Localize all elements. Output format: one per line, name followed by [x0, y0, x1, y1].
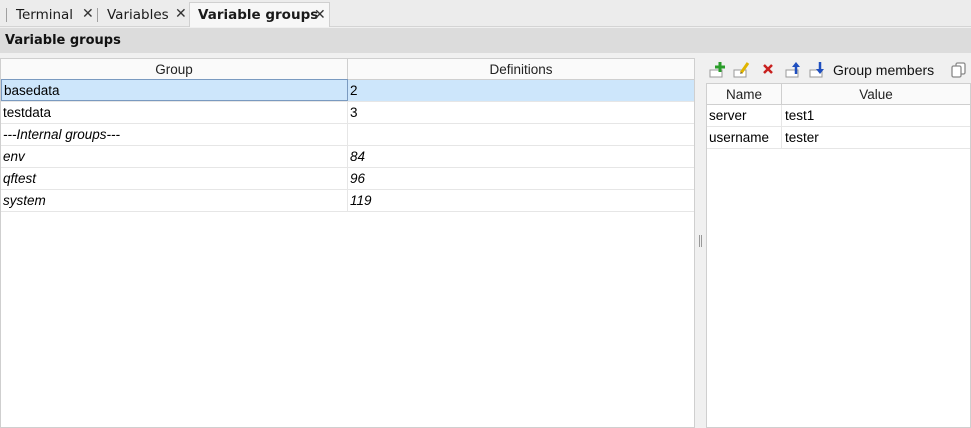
- panel-title: Variable groups: [0, 28, 971, 53]
- close-icon[interactable]: ✕: [175, 6, 187, 22]
- group-cell[interactable]: ---Internal groups---: [1, 124, 348, 145]
- table-body: basedata 2 testdata 3 ---Internal groups…: [1, 79, 694, 212]
- tab-variable-groups[interactable]: Variable groups ✕: [189, 2, 330, 27]
- close-icon[interactable]: ✕: [314, 7, 326, 23]
- definitions-cell[interactable]: 3: [348, 102, 694, 123]
- column-header-name[interactable]: Name: [707, 84, 782, 105]
- definitions-cell[interactable]: 84: [348, 146, 694, 167]
- value-cell[interactable]: test1: [782, 105, 970, 126]
- delete-icon[interactable]: [758, 60, 778, 80]
- table-row[interactable]: server test1: [707, 105, 970, 127]
- group-members-table: Name Value server test1 username tester: [706, 83, 971, 428]
- move-up-icon[interactable]: [784, 60, 804, 80]
- group-cell[interactable]: system: [1, 190, 348, 211]
- group-cell[interactable]: env: [1, 146, 348, 167]
- table-row[interactable]: username tester: [707, 127, 970, 149]
- tab-label: Variables: [107, 6, 169, 23]
- table-row[interactable]: qftest 96: [1, 168, 694, 190]
- table-header: Group Definitions: [1, 59, 694, 80]
- name-cell[interactable]: server: [707, 105, 782, 126]
- close-icon[interactable]: ✕: [82, 6, 94, 22]
- definitions-cell[interactable]: [348, 124, 694, 145]
- definitions-cell[interactable]: 2: [348, 80, 694, 101]
- groups-table: Group Definitions basedata 2 testdata 3 …: [0, 58, 695, 428]
- table-row[interactable]: env 84: [1, 146, 694, 168]
- tab-bar: Terminal ✕ Variables ✕ Variable groups ✕: [0, 0, 971, 27]
- name-cell[interactable]: username: [707, 127, 782, 148]
- split-pane-divider[interactable]: [695, 58, 706, 428]
- table-row[interactable]: ---Internal groups---: [1, 124, 694, 146]
- table-row[interactable]: basedata 2: [1, 79, 694, 102]
- add-icon[interactable]: [708, 60, 728, 80]
- value-cell[interactable]: tester: [782, 127, 970, 148]
- tab-separator: [6, 8, 7, 22]
- column-header-definitions[interactable]: Definitions: [348, 59, 694, 80]
- splitter-grip-icon[interactable]: [699, 235, 702, 247]
- move-down-icon[interactable]: [808, 60, 828, 80]
- tab-label: Terminal: [16, 6, 74, 23]
- table-header: Name Value: [707, 84, 970, 105]
- group-cell[interactable]: basedata: [1, 79, 348, 101]
- group-members-label: Group members: [833, 62, 935, 78]
- column-header-value[interactable]: Value: [782, 84, 970, 105]
- table-body: server test1 username tester: [707, 105, 970, 149]
- table-row[interactable]: testdata 3: [1, 102, 694, 124]
- tab-variables[interactable]: Variables ✕: [97, 2, 190, 27]
- edit-icon[interactable]: [732, 60, 752, 80]
- table-row[interactable]: system 119: [1, 190, 694, 212]
- definitions-cell[interactable]: 96: [348, 168, 694, 189]
- tab-separator: [97, 8, 98, 22]
- group-members-toolbar: Group members: [706, 58, 971, 82]
- group-cell[interactable]: qftest: [1, 168, 348, 189]
- group-cell[interactable]: testdata: [1, 102, 348, 123]
- copy-icon[interactable]: [949, 60, 969, 80]
- tab-label: Variable groups: [198, 7, 319, 23]
- tab-terminal[interactable]: Terminal ✕: [6, 2, 98, 27]
- definitions-cell[interactable]: 119: [348, 190, 694, 211]
- column-header-group[interactable]: Group: [1, 59, 348, 80]
